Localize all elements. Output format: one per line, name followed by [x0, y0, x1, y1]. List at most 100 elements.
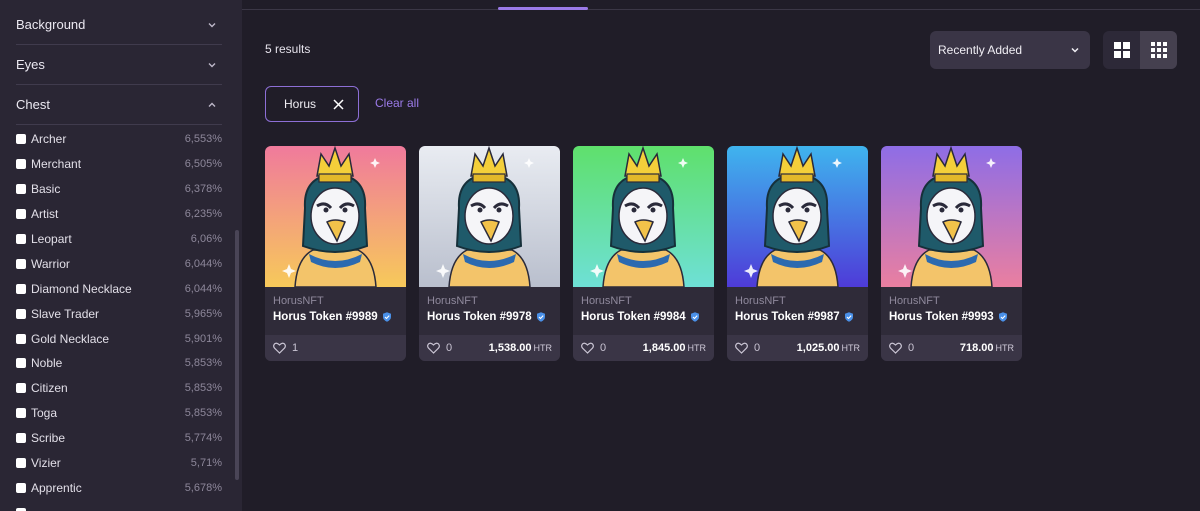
- heart-icon: [427, 342, 440, 354]
- sort-selected-value: Recently Added: [938, 43, 1023, 57]
- price-amount: 1,025.00: [796, 342, 840, 354]
- trait-list: Archer 6,553% Merchant 6,505% Basic 6,378% …: [16, 127, 222, 511]
- token-name[interactable]: Horus Token #9984: [581, 311, 706, 323]
- small-grid-view-button[interactable]: [1140, 31, 1177, 69]
- trait-percentage: 6,044%: [184, 257, 222, 270]
- trait-name: Vizier: [31, 456, 61, 471]
- nft-card[interactable]: HorusNFT Horus Token #9993 0 718.00 HTR: [881, 146, 1022, 361]
- collection-name[interactable]: HorusNFT: [581, 295, 706, 307]
- like-count: 0: [600, 342, 607, 354]
- verified-badge-icon: [998, 312, 1007, 322]
- trait-option[interactable]: Noble 5,853%: [16, 351, 222, 376]
- card-footer: 1: [265, 335, 406, 361]
- trait-name: Scribe: [31, 431, 66, 446]
- trait-checkbox[interactable]: [16, 308, 26, 319]
- trait-checkbox[interactable]: [16, 209, 26, 220]
- trait-percentage: 5,678%: [184, 481, 222, 494]
- token-name-text: Horus Token #9993: [889, 311, 994, 323]
- price: 1,025.00 HTR: [797, 342, 860, 354]
- nft-image[interactable]: [881, 146, 1022, 287]
- card-footer: 0 718.00 HTR: [881, 335, 1022, 361]
- trait-percentage: 5,965%: [184, 307, 222, 320]
- trait-percentage: 6,044%: [184, 282, 222, 295]
- trait-option[interactable]: Warrior 6,044%: [16, 251, 222, 276]
- trait-option[interactable]: Vizier 5,71%: [16, 451, 222, 476]
- nft-image[interactable]: [573, 146, 714, 287]
- trait-name: Diamond Necklace: [31, 281, 132, 296]
- trait-option[interactable]: Basic 6,378%: [16, 177, 222, 202]
- trait-checkbox[interactable]: [16, 184, 26, 195]
- trait-checkbox[interactable]: [16, 358, 26, 369]
- token-name[interactable]: Horus Token #9993: [889, 311, 1014, 323]
- trait-checkbox[interactable]: [16, 134, 26, 145]
- trait-checkbox[interactable]: [16, 433, 26, 444]
- collection-name[interactable]: HorusNFT: [427, 295, 552, 307]
- trait-checkbox[interactable]: [16, 482, 26, 493]
- trait-checkbox[interactable]: [16, 333, 26, 344]
- trait-checkbox[interactable]: [16, 458, 26, 469]
- like-button[interactable]: 0: [427, 342, 452, 354]
- trait-percentage: 6,378%: [184, 183, 222, 196]
- trait-option[interactable]: Slave Trader 5,965%: [16, 301, 222, 326]
- price-amount: 718.00: [959, 342, 994, 354]
- collection-name[interactable]: HorusNFT: [273, 295, 398, 307]
- clear-all-link[interactable]: Clear all: [375, 96, 419, 110]
- nft-card[interactable]: HorusNFT Horus Token #9989 1: [265, 146, 406, 361]
- collection-name[interactable]: HorusNFT: [735, 295, 860, 307]
- trait-checkbox[interactable]: [16, 258, 26, 269]
- verified-badge-icon: [844, 312, 853, 322]
- trait-option[interactable]: Diamond Necklace 6,044%: [16, 276, 222, 301]
- active-tab-indicator: [498, 7, 588, 10]
- filter-group-eyes[interactable]: Eyes: [16, 45, 222, 85]
- grid-large-icon: [1113, 42, 1130, 58]
- like-button[interactable]: 0: [735, 342, 760, 354]
- trait-option[interactable]: Toga 5,853%: [16, 401, 222, 426]
- trait-option[interactable]: Gold Necklace 5,901%: [16, 326, 222, 351]
- token-name[interactable]: Horus Token #9989: [273, 311, 398, 323]
- price: 718.00 HTR: [960, 342, 1014, 354]
- trait-checkbox[interactable]: [16, 159, 26, 170]
- trait-checkbox[interactable]: [16, 283, 26, 294]
- collection-name[interactable]: HorusNFT: [889, 295, 1014, 307]
- nft-card[interactable]: HorusNFT Horus Token #9987 0 1,025.00 HTR: [727, 146, 868, 361]
- chevron-down-icon: [1071, 47, 1079, 53]
- sidebar-scrollbar[interactable]: [235, 230, 239, 480]
- token-name[interactable]: Horus Token #9987: [735, 311, 860, 323]
- like-button[interactable]: 0: [581, 342, 606, 354]
- sort-dropdown[interactable]: Recently Added: [930, 31, 1090, 69]
- trait-option[interactable]: Artist 6,235%: [16, 202, 222, 227]
- trait-option[interactable]: Archer 6,553%: [16, 127, 222, 152]
- trait-option[interactable]: Scribe 5,774%: [16, 426, 222, 451]
- price-amount: 1,845.00: [642, 342, 686, 354]
- trait-checkbox[interactable]: [16, 383, 26, 394]
- trait-percentage: 6,235%: [184, 208, 222, 221]
- token-name-text: Horus Token #9987: [735, 311, 840, 323]
- filter-group-chest[interactable]: Chest: [16, 85, 222, 125]
- verified-badge-icon: [690, 312, 699, 322]
- nft-image[interactable]: [265, 146, 406, 287]
- nft-card[interactable]: HorusNFT Horus Token #9984 0 1,845.00 HTR: [573, 146, 714, 361]
- like-button[interactable]: 1: [273, 342, 298, 354]
- filter-chip-label: Horus: [284, 97, 317, 111]
- verified-badge-icon: [536, 312, 545, 322]
- trait-name: Leopart: [31, 232, 72, 246]
- trait-option[interactable]: Leopart 6,06%: [16, 227, 222, 252]
- filter-group-label: Background: [16, 17, 86, 32]
- trait-option[interactable]: Citizen 5,853%: [16, 376, 222, 401]
- token-name-text: Horus Token #9989: [273, 311, 378, 323]
- trait-checkbox[interactable]: [16, 234, 26, 244]
- trait-option-partial[interactable]: [16, 500, 222, 511]
- trait-option[interactable]: Apprentic 5,678%: [16, 475, 222, 500]
- trait-option[interactable]: Merchant 6,505%: [16, 152, 222, 177]
- like-button[interactable]: 0: [889, 342, 914, 354]
- large-grid-view-button[interactable]: [1103, 31, 1140, 69]
- filter-group-background[interactable]: Background: [16, 5, 222, 45]
- close-icon[interactable]: [333, 98, 344, 110]
- nft-image[interactable]: [419, 146, 560, 287]
- token-name[interactable]: Horus Token #9978: [427, 311, 552, 323]
- chevron-up-icon: [206, 99, 218, 111]
- nft-image[interactable]: [727, 146, 868, 287]
- trait-checkbox[interactable]: [16, 408, 26, 419]
- nft-card[interactable]: HorusNFT Horus Token #9978 0 1,538.00 HTR: [419, 146, 560, 361]
- trait-name: Toga: [31, 406, 58, 421]
